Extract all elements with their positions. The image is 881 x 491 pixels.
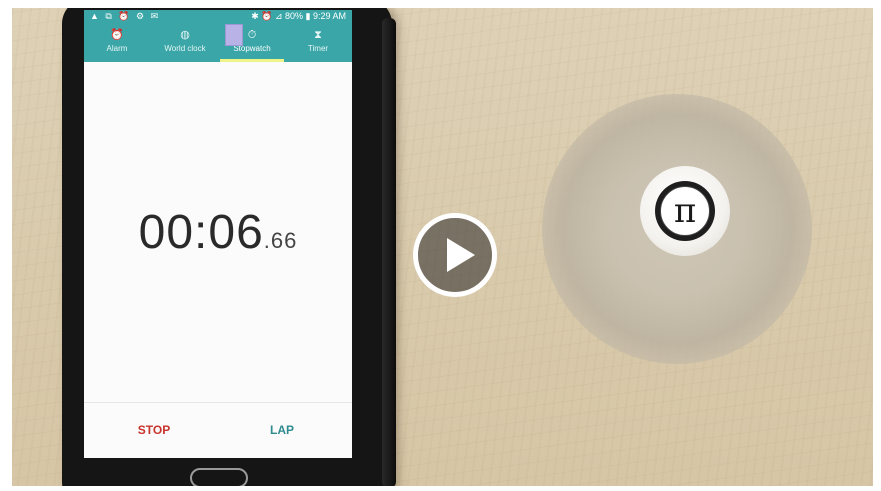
phone-side-edge: [382, 18, 396, 486]
floating-note-icon[interactable]: [225, 24, 243, 46]
clock-tab-bar: ⏰ Alarm ◍ World clock ⏱ Stopwatch ⧗ Time…: [84, 24, 352, 62]
tab-label: World clock: [164, 44, 206, 53]
timer-icon: ⧗: [314, 29, 322, 41]
stopwatch-time: 00:06.66: [84, 205, 352, 260]
stopwatch-time-main: 00:06: [138, 206, 264, 259]
status-bar: ▲ ⧉ ⏰ ⚙ ✉ ✱ ⏰ ⊿ 80% ▮ 9:29 AM: [84, 10, 352, 24]
tab-timer[interactable]: ⧗ Timer: [284, 24, 352, 62]
tab-label: Timer: [307, 44, 329, 53]
tab-label: Alarm: [106, 44, 128, 53]
phone: ▲ ⧉ ⏰ ⚙ ✉ ✱ ⏰ ⊿ 80% ▮ 9:29 AM ⏰ Alarm ◍ …: [62, 8, 396, 486]
tab-world-clock[interactable]: ◍ World clock: [150, 24, 220, 62]
phone-screen: ▲ ⧉ ⏰ ⚙ ✉ ✱ ⏰ ⊿ 80% ▮ 9:29 AM ⏰ Alarm ◍ …: [84, 10, 352, 458]
active-tab-indicator: [220, 59, 284, 62]
alarm-icon: ⏰: [110, 29, 124, 41]
video-frame: ▲ ⧉ ⏰ ⚙ ✉ ✱ ⏰ ⊿ 80% ▮ 9:29 AM ⏰ Alarm ◍ …: [12, 8, 873, 486]
pi-logo: π: [660, 186, 710, 236]
status-icons-left: ▲ ⧉ ⏰ ⚙ ✉: [90, 11, 161, 21]
button-divider: [84, 402, 352, 403]
phone-home-button[interactable]: [190, 468, 248, 486]
stop-button[interactable]: STOP: [114, 418, 194, 442]
lap-button[interactable]: LAP: [242, 418, 322, 442]
status-right-text: ✱ ⏰ ⊿ 80% ▮ 9:29 AM: [251, 11, 346, 21]
video-play-button[interactable]: [413, 213, 497, 297]
tab-alarm[interactable]: ⏰ Alarm: [84, 24, 150, 62]
stopwatch-time-fraction: .66: [263, 228, 298, 253]
play-icon: [447, 238, 475, 272]
world-clock-icon: ◍: [180, 29, 190, 41]
